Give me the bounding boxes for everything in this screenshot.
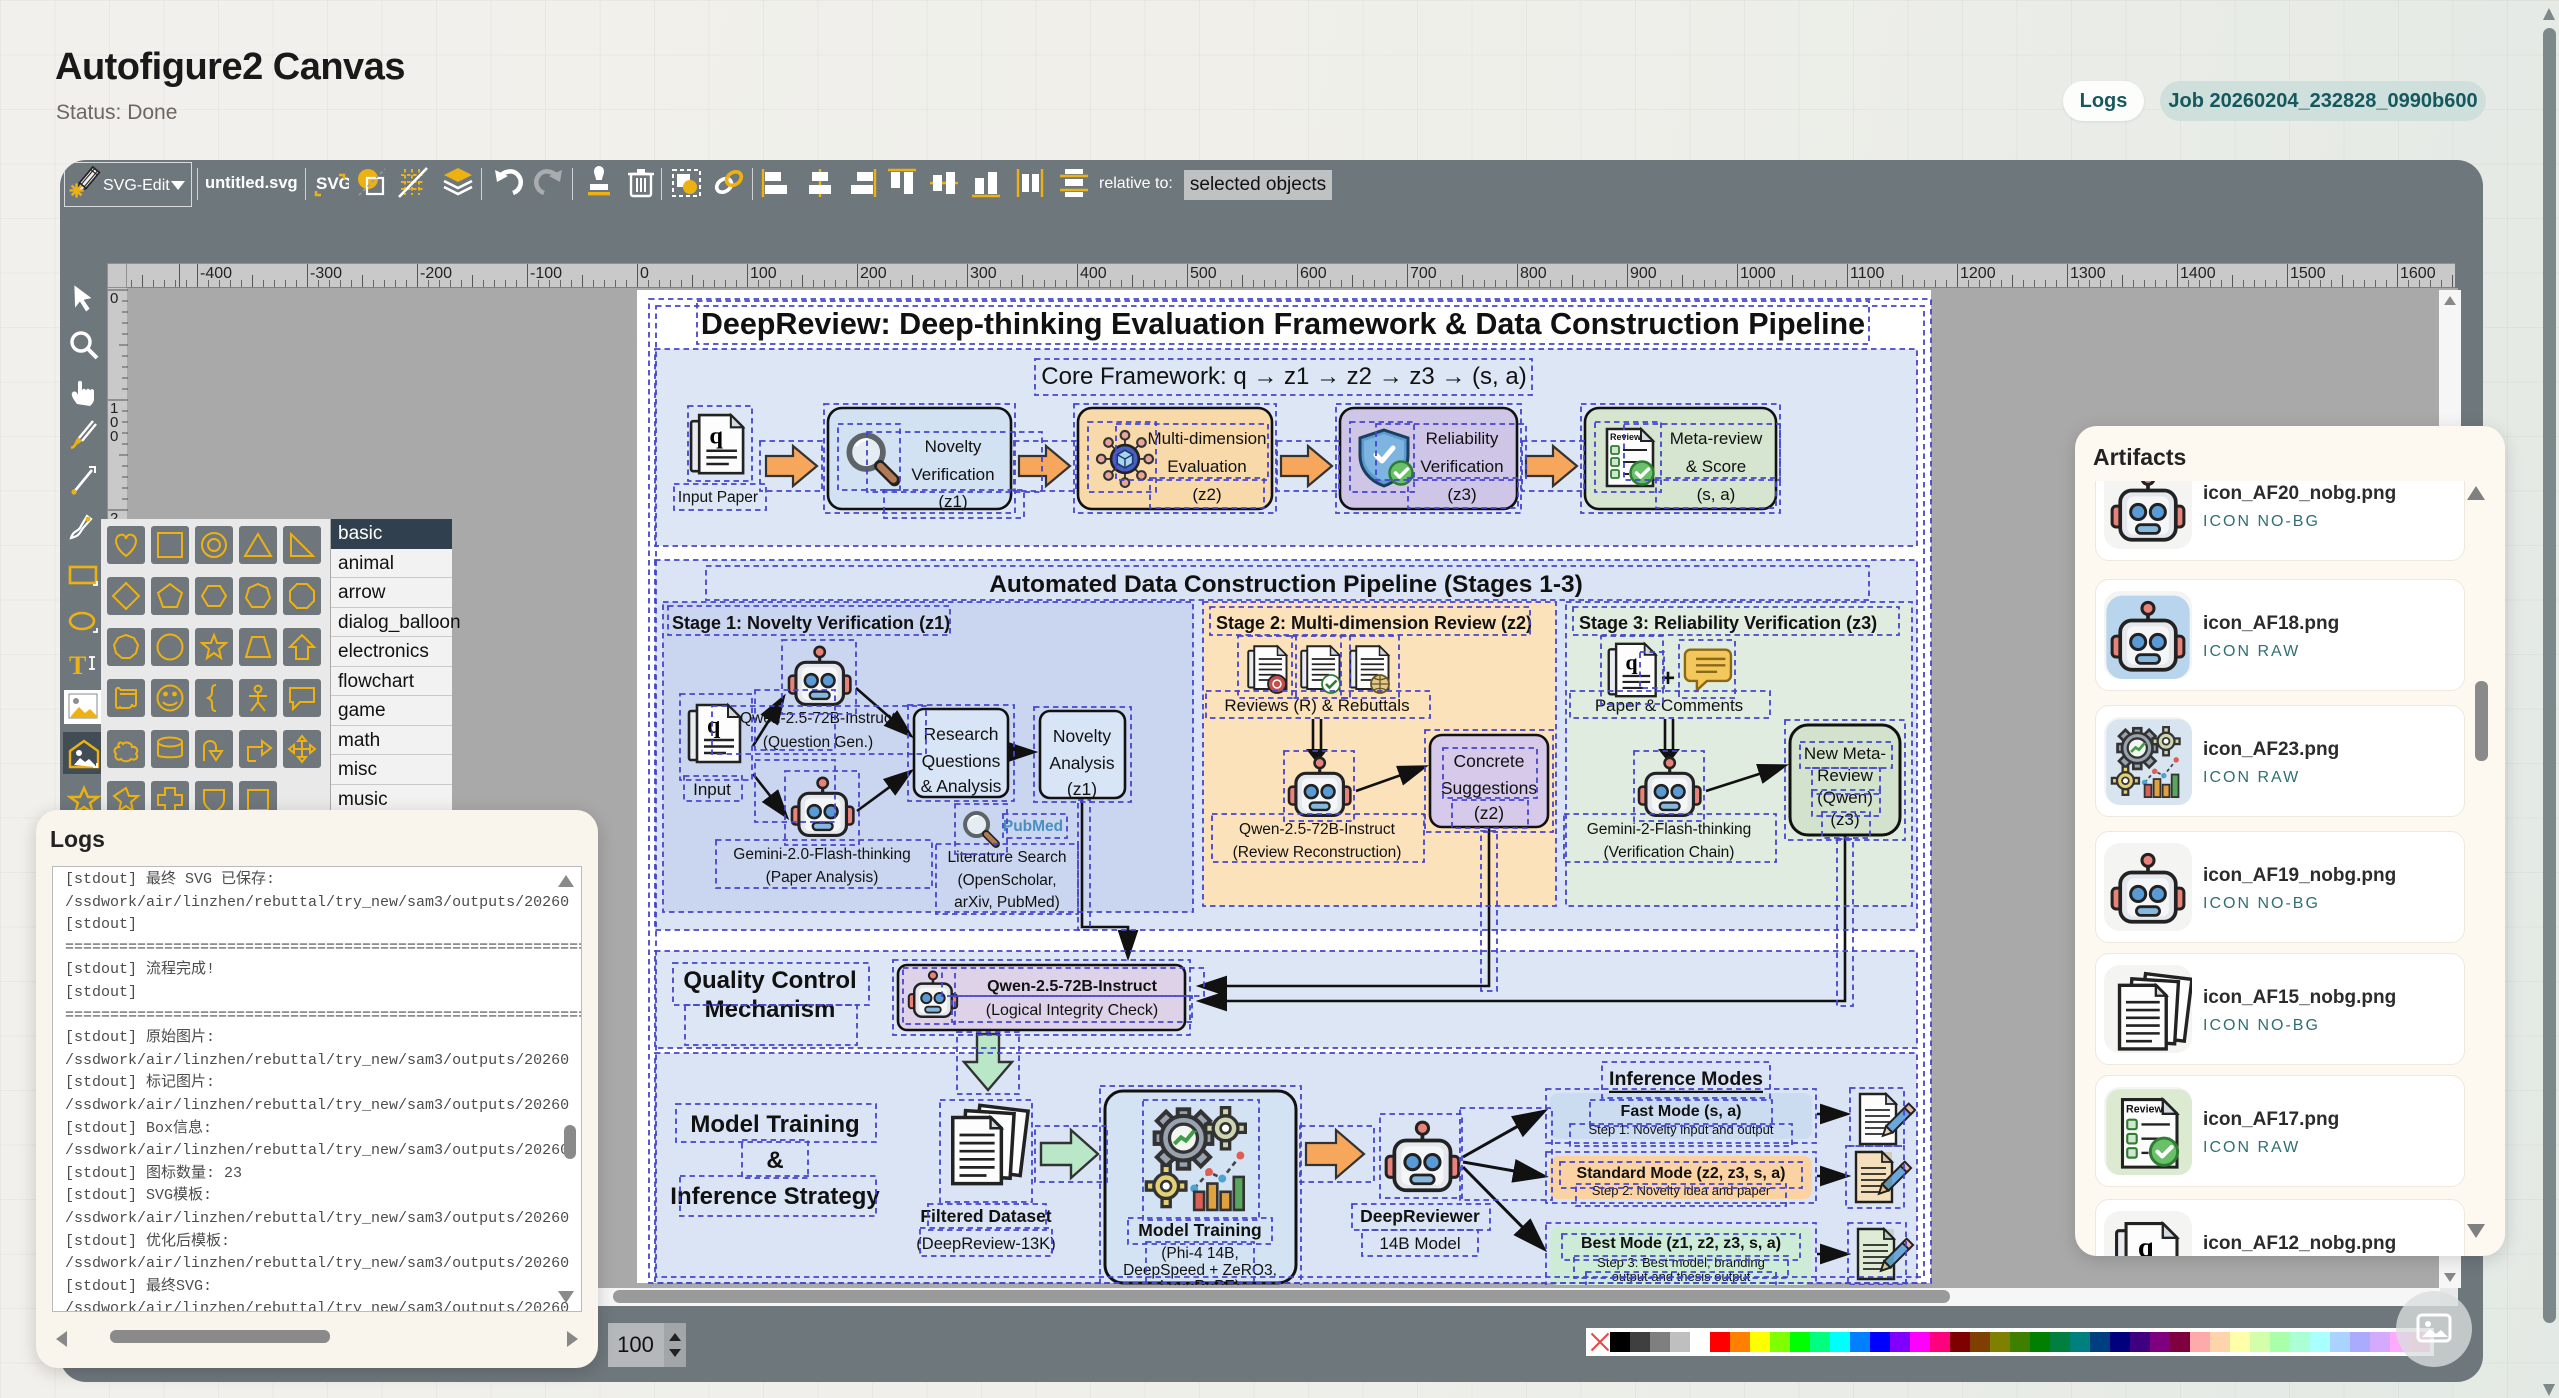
svg-text:(z1): (z1) [938, 492, 967, 511]
svg-text:(z2): (z2) [1474, 803, 1504, 823]
svg-text:(Logical Integrity Check): (Logical Integrity Check) [986, 1002, 1159, 1019]
svg-text:Core Framework: q → z1 → z2 →: Core Framework: q → z1 → z2 → z3 → (s, a… [1041, 363, 1526, 390]
svg-text:Novelty: Novelty [925, 437, 982, 456]
svg-text:Inference Modes: Inference Modes [1609, 1068, 1763, 1090]
svg-text:arXiv, PubMed): arXiv, PubMed) [954, 894, 1060, 911]
svg-text:LongRoPE): LongRoPE) [1160, 1278, 1240, 1285]
svg-text:(s, a): (s, a) [1697, 485, 1736, 504]
svg-text:Suggestions: Suggestions [1441, 778, 1538, 798]
svg-text:Stage 2: Multi-dimension Revie: Stage 2: Multi-dimension Review (z2) [1216, 613, 1532, 633]
svg-text:Verification: Verification [1420, 457, 1503, 476]
svg-text:Reliability: Reliability [1426, 429, 1499, 448]
svg-text:Standard Mode (z2, z3, s, a): Standard Mode (z2, z3, s, a) [1577, 1165, 1786, 1182]
svg-text:Stage 1: Novelty Verification: Stage 1: Novelty Verification (z1) [672, 613, 950, 633]
svg-text:Gemini-2.0-Flash-thinking: Gemini-2.0-Flash-thinking [733, 846, 910, 863]
svg-text:Quality Control: Quality Control [683, 967, 856, 994]
svg-text:(OpenScholar,: (OpenScholar, [957, 872, 1056, 889]
svg-text:Fast Mode (s, a): Fast Mode (s, a) [1621, 1103, 1742, 1120]
svg-text:Analysis: Analysis [1049, 753, 1114, 773]
svg-text:Qwen-2.5-72B-Instruct: Qwen-2.5-72B-Instruct [1239, 821, 1396, 838]
svg-text:Evaluation: Evaluation [1167, 457, 1246, 476]
svg-text:(DeepReview-13K): (DeepReview-13K) [916, 1235, 1055, 1253]
svg-text:Gemini-2-Flash-thinking: Gemini-2-Flash-thinking [1587, 821, 1752, 838]
svg-text:(Phi-4 14B,: (Phi-4 14B, [1161, 1245, 1239, 1262]
svg-text:Mechanism: Mechanism [705, 996, 836, 1023]
svg-text:Model Training: Model Training [1138, 1220, 1261, 1240]
svg-text:(Question Gen.): (Question Gen.) [763, 734, 873, 751]
svg-text:DeepReviewer: DeepReviewer [1360, 1206, 1480, 1226]
svg-text:Model Training: Model Training [690, 1111, 859, 1138]
svg-text:Input Paper: Input Paper [678, 489, 758, 506]
svg-text:(z2): (z2) [1192, 485, 1221, 504]
svg-text:Multi-dimension: Multi-dimension [1147, 429, 1266, 448]
svg-text:Research: Research [924, 724, 999, 744]
svg-text:Verification: Verification [911, 465, 994, 484]
svg-text:Step 2: Novelty idea and paper: Step 2: Novelty idea and paper [1592, 1183, 1771, 1198]
svg-text:Best Mode (z1, z2, z3, s, a): Best Mode (z1, z2, z3, s, a) [1581, 1235, 1781, 1252]
svg-text:Input: Input [693, 780, 731, 799]
svg-text:Inference Strategy: Inference Strategy [670, 1183, 880, 1210]
svg-text:Novelty: Novelty [1053, 726, 1112, 746]
svg-text:(Paper Analysis): (Paper Analysis) [766, 869, 879, 886]
svg-text:(Verification Chain): (Verification Chain) [1604, 844, 1735, 861]
svg-text:Concrete: Concrete [1453, 751, 1524, 771]
svg-text:(z3): (z3) [1447, 485, 1476, 504]
svg-text:Stage 3: Reliability Verificat: Stage 3: Reliability Verification (z3) [1579, 613, 1877, 633]
svg-text:Meta-review: Meta-review [1670, 429, 1763, 448]
svg-text:T: T [69, 651, 86, 680]
svg-text:& Analysis: & Analysis [921, 776, 1002, 796]
svg-text:& Score: & Score [1686, 457, 1746, 476]
svg-text:&: & [766, 1147, 783, 1174]
svg-text:New Meta-: New Meta- [1804, 744, 1886, 763]
svg-text:DeepReview: Deep-thinking Eval: DeepReview: Deep-thinking Evaluation Fra… [701, 307, 1865, 341]
svg-text:(z1): (z1) [1067, 779, 1097, 799]
svg-text:Qwen-2.5-72B-Instruct: Qwen-2.5-72B-Instruct [740, 710, 897, 727]
svg-text:PubMed: PubMed [1003, 818, 1063, 835]
svg-text:Filtered Dataset: Filtered Dataset [920, 1206, 1051, 1226]
svg-text:Qwen-2.5-72B-Instruct: Qwen-2.5-72B-Instruct [987, 978, 1157, 995]
svg-text:Questions: Questions [922, 751, 1001, 771]
svg-text:14B Model: 14B Model [1379, 1234, 1460, 1253]
svg-text:Step 3: Best model, branding: Step 3: Best model, branding [1597, 1255, 1765, 1270]
svg-text:(Review Reconstruction): (Review Reconstruction) [1233, 844, 1402, 861]
svg-text:Automated Data Construction Pi: Automated Data Construction Pipeline (St… [989, 571, 1583, 598]
